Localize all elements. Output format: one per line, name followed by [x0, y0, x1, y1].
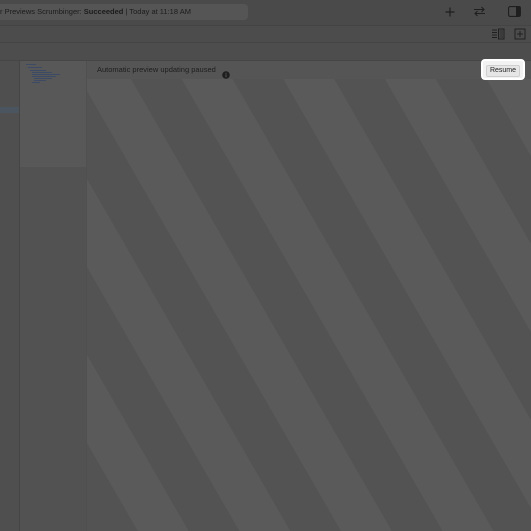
preview-status-bar: Automatic preview updating paused Resume — [87, 61, 531, 79]
resume-button[interactable]: Resume — [483, 61, 523, 78]
code-minimap[interactable] — [20, 61, 86, 167]
sidebar-toggle-icon[interactable] — [506, 4, 522, 20]
minimap-gutter — [20, 167, 86, 531]
minimap-line — [32, 76, 56, 77]
toolbar: r Previews Scrumbinger: Succeeded | Toda… — [0, 0, 531, 26]
jump-bar — [0, 43, 531, 61]
selected-navigator-row[interactable] — [0, 107, 19, 113]
minimap-line — [30, 70, 46, 71]
plus-icon[interactable] — [443, 4, 457, 20]
xcode-window: r Previews Scrumbinger: Succeeded | Toda… — [0, 0, 531, 531]
minimap-line — [32, 82, 40, 83]
preview-canvas[interactable]: Automatic preview updating paused Resume — [87, 61, 531, 531]
info-icon[interactable] — [222, 66, 230, 79]
add-editor-icon[interactable] — [513, 27, 527, 41]
swap-arrows-icon[interactable] — [471, 4, 487, 20]
editor-options-icon[interactable] — [491, 27, 505, 41]
build-status: Succeeded — [83, 7, 124, 16]
tab-bar — [0, 26, 531, 43]
paused-message: Automatic preview updating paused — [97, 65, 216, 74]
build-time: Today at 11:18 AM — [129, 7, 191, 16]
minimap-line — [34, 78, 52, 79]
activity-prefix: r Previews Scrumbinger: — [0, 7, 84, 16]
minimap-line — [32, 72, 52, 73]
resume-button-label: Resume — [485, 65, 521, 77]
navigator-pane — [0, 61, 20, 531]
minimap-line — [34, 80, 46, 81]
minimap-line — [28, 67, 42, 68]
minimap-line — [26, 64, 36, 65]
activity-view[interactable]: r Previews Scrumbinger: Succeeded | Toda… — [0, 4, 248, 20]
minimap-line — [32, 74, 60, 75]
